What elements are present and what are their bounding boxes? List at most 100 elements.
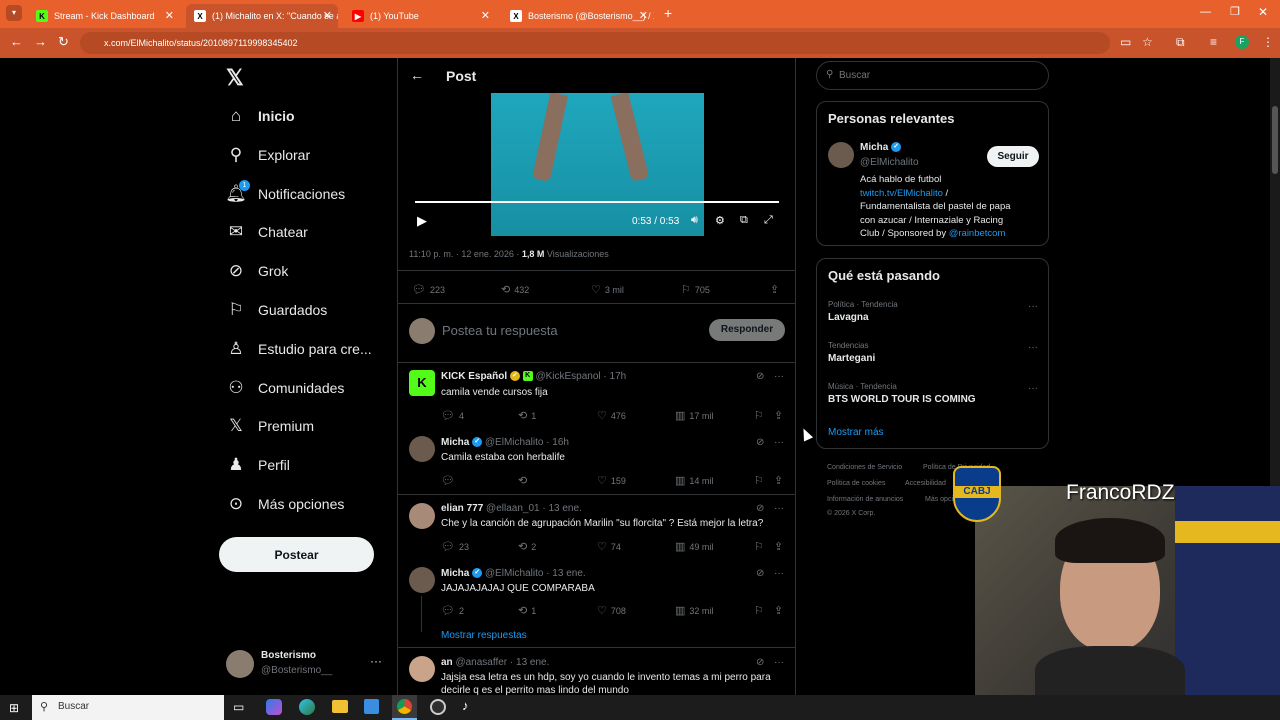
nav-item-inicio[interactable]: ⌂ Inicio: [226, 101, 295, 131]
avatar[interactable]: [828, 142, 854, 168]
obs-icon[interactable]: [430, 699, 446, 715]
volume-icon[interactable]: 🔊︎: [691, 214, 698, 227]
views-count-button[interactable]: ▥ 32 mil: [675, 604, 713, 617]
reply-input[interactable]: Postea tu respuesta: [442, 323, 558, 338]
like-count-button[interactable]: ♡ 74: [597, 540, 621, 553]
account-switcher[interactable]: Bosterismo @Bosterismo__ ···: [226, 648, 386, 682]
bio-link[interactable]: twitch.tv/ElMichalito: [860, 188, 943, 199]
more-icon[interactable]: ···: [774, 437, 784, 448]
footer-link[interactable]: Condiciones de Servicio: [827, 464, 902, 471]
copilot-icon[interactable]: [266, 699, 282, 715]
views-count-button[interactable]: ▥ 14 mil: [675, 474, 713, 487]
close-icon[interactable]: ✕: [323, 9, 332, 22]
more-icon[interactable]: ···: [774, 371, 784, 382]
browser-tab-kick[interactable]: K Stream - Kick Dashboard ✕: [28, 4, 180, 28]
close-icon[interactable]: ✕: [481, 9, 490, 22]
nav-item-perfil[interactable]: ♟ Perfil: [226, 450, 290, 480]
close-icon[interactable]: ✕: [639, 9, 648, 22]
bookmark-icon[interactable]: ⚐: [754, 540, 768, 553]
bookmark-count-button[interactable]: ⚐ 705: [681, 283, 710, 296]
more-icon[interactable]: ···: [774, 568, 784, 579]
close-window-icon[interactable]: ✕: [1258, 5, 1268, 19]
edge-icon[interactable]: [299, 699, 315, 715]
nav-item-estudio[interactable]: ♙ Estudio para cre...: [226, 334, 371, 364]
back-icon[interactable]: ←: [10, 34, 23, 49]
grok-icon[interactable]: ⊘: [756, 503, 764, 514]
share-icon[interactable]: ⇪: [774, 540, 787, 553]
browser-menu-icon[interactable]: ⋮: [1262, 35, 1274, 49]
share-icon[interactable]: ⇪: [774, 474, 787, 487]
bookmark-icon[interactable]: ⚐: [754, 409, 768, 422]
trend-name[interactable]: BTS WORLD TOUR IS COMING: [828, 394, 976, 405]
like-count-button[interactable]: ♡ 708: [597, 604, 626, 617]
person-name[interactable]: Micha ✓: [860, 142, 902, 153]
bookmark-icon[interactable]: ⚐: [754, 604, 768, 617]
show-more-link[interactable]: Mostrar más: [828, 427, 884, 438]
forward-icon[interactable]: →: [34, 34, 47, 49]
reply-count-button[interactable]: 💬︎ 2: [441, 604, 464, 617]
more-icon[interactable]: ···: [774, 503, 784, 514]
post-button[interactable]: Postear: [219, 537, 374, 572]
browser-tab-x-post[interactable]: X (1) Michalito en X: "Cuando se a... ✕: [186, 4, 338, 28]
more-icon[interactable]: ···: [774, 657, 784, 668]
grok-icon[interactable]: ⊘: [756, 437, 764, 448]
x-logo-icon[interactable]: 𝕏: [226, 65, 244, 91]
play-icon[interactable]: ▶: [417, 213, 427, 229]
like-count-button[interactable]: ♡ 476: [597, 409, 626, 422]
grok-icon[interactable]: ⊘: [756, 568, 764, 579]
show-replies-link[interactable]: Mostrar respuestas: [441, 630, 527, 641]
browser-tab-bosterismo[interactable]: X Bosterismo (@Bosterismo__) / X ✕: [502, 4, 654, 28]
url-field[interactable]: x.com/ElMichalito/status/201089711999834…: [80, 32, 1110, 54]
grok-icon[interactable]: ⊘: [756, 371, 764, 382]
reply-count-button[interactable]: 💬︎ 4: [441, 409, 464, 422]
grok-icon[interactable]: ⊘: [756, 657, 764, 668]
video-progress-track[interactable]: [415, 201, 779, 203]
tiktok-icon[interactable]: ♪: [462, 698, 469, 713]
scrollbar-thumb[interactable]: [1272, 106, 1278, 174]
reply-count-button[interactable]: 💬︎: [441, 474, 459, 487]
footer-link[interactable]: Información de anuncios: [827, 496, 903, 503]
trend-name[interactable]: Martegani: [828, 353, 875, 364]
new-tab-button[interactable]: +: [664, 5, 672, 21]
nav-item-premium[interactable]: 𝕏 Premium: [226, 411, 314, 441]
views-count-button[interactable]: ▥ 17 mil: [675, 409, 713, 422]
store-icon[interactable]: [364, 699, 379, 714]
bio-link[interactable]: @rainbetcom: [949, 228, 1006, 239]
windows-start-icon[interactable]: ⊞: [9, 701, 19, 715]
file-explorer-icon[interactable]: [332, 700, 348, 713]
like-count-button[interactable]: ♡ 3 mil: [591, 283, 624, 296]
reply-count-button[interactable]: 💬︎ 223: [412, 283, 445, 296]
settings-gear-icon[interactable]: ⚙: [715, 214, 725, 227]
cast-icon[interactable]: ▭: [1120, 35, 1131, 49]
more-icon[interactable]: ···: [1028, 301, 1038, 312]
nav-item-mas-opciones[interactable]: ⊙ Más opciones: [226, 489, 345, 519]
follow-button[interactable]: Seguir: [987, 146, 1039, 167]
nav-item-comunidades[interactable]: ⚇ Comunidades: [226, 373, 344, 403]
minimize-icon[interactable]: —: [1200, 6, 1211, 18]
tab-menu-button[interactable]: ▾: [6, 5, 22, 21]
nav-item-chatear[interactable]: ✉ Chatear: [226, 217, 308, 247]
trend-name[interactable]: Lavagna: [828, 312, 869, 323]
browser-tab-youtube[interactable]: ▶ (1) YouTube ✕: [344, 4, 496, 28]
extensions-icon[interactable]: ⧉: [1176, 35, 1185, 50]
chrome-icon[interactable]: [392, 695, 417, 720]
bookmark-star-icon[interactable]: ☆: [1142, 35, 1153, 49]
more-icon[interactable]: ···: [1028, 383, 1038, 394]
close-icon[interactable]: ✕: [165, 9, 174, 22]
footer-link[interactable]: Política de cookies: [827, 480, 885, 487]
more-icon[interactable]: ···: [1028, 342, 1038, 353]
reply-count-button[interactable]: 💬︎ 23: [441, 540, 469, 553]
bookmark-icon[interactable]: ⚐: [754, 474, 768, 487]
repost-count-button[interactable]: ⟲ 1: [518, 409, 536, 422]
media-icon[interactable]: ≡: [1210, 35, 1217, 49]
reload-icon[interactable]: ↻: [58, 34, 69, 50]
share-icon[interactable]: ⇪: [770, 283, 783, 296]
nav-item-guardados[interactable]: ⚐ Guardados: [226, 295, 327, 325]
share-icon[interactable]: ⇪: [774, 604, 787, 617]
taskbar-search[interactable]: ⚲ Buscar: [32, 695, 224, 720]
like-count-button[interactable]: ♡ 159: [597, 474, 626, 487]
pip-icon[interactable]: ⧉: [740, 214, 748, 227]
repost-count-button[interactable]: ⟲ 2: [518, 540, 536, 553]
nav-item-grok[interactable]: ⊘ Grok: [226, 256, 288, 286]
reply-button[interactable]: Responder: [709, 319, 785, 341]
